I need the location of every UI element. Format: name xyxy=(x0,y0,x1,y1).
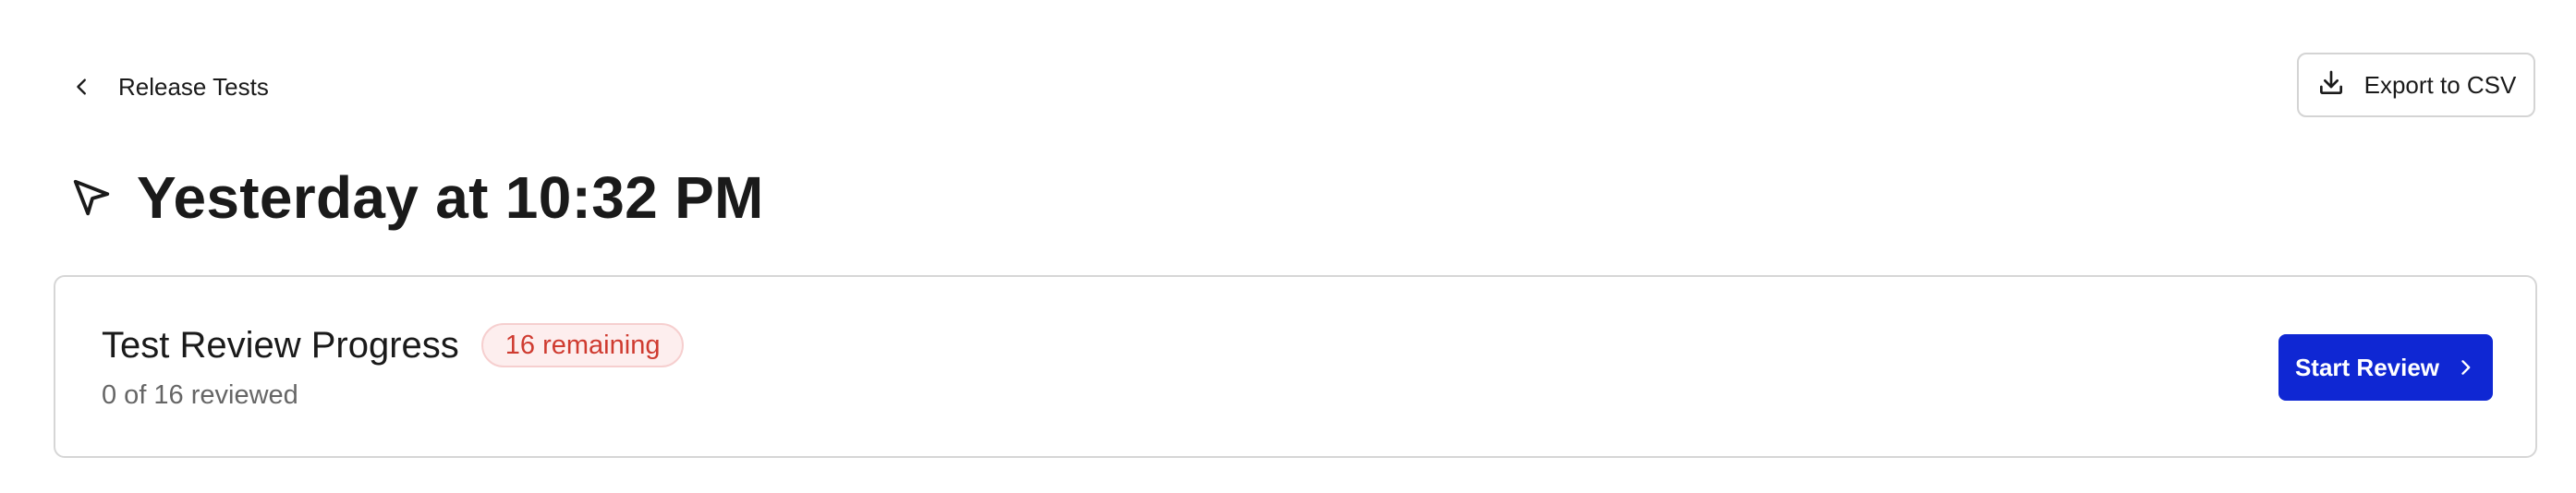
export-csv-label: Export to CSV xyxy=(2363,70,2517,99)
download-icon xyxy=(2316,68,2346,102)
review-progress-card: Test Review Progress 16 remaining 0 of 1… xyxy=(54,275,2537,458)
back-link-release-tests[interactable]: Release Tests xyxy=(67,66,269,107)
page-title-row: Yesterday at 10:32 PM xyxy=(68,159,764,236)
chevron-right-icon xyxy=(2454,356,2476,379)
export-csv-button[interactable]: Export to CSV xyxy=(2297,53,2535,117)
start-review-label: Start Review xyxy=(2294,353,2440,381)
page-title: Yesterday at 10:32 PM xyxy=(137,164,764,231)
cursor-arrow-icon xyxy=(68,174,115,221)
reviewed-count-text: 0 of 16 reviewed xyxy=(102,380,298,410)
back-link-label: Release Tests xyxy=(118,72,269,101)
card-heading: Test Review Progress 16 remaining xyxy=(102,323,685,367)
remaining-badge: 16 remaining xyxy=(480,323,685,367)
card-title: Test Review Progress xyxy=(102,324,459,366)
chevron-left-icon xyxy=(67,71,98,102)
start-review-button[interactable]: Start Review xyxy=(2278,334,2493,401)
